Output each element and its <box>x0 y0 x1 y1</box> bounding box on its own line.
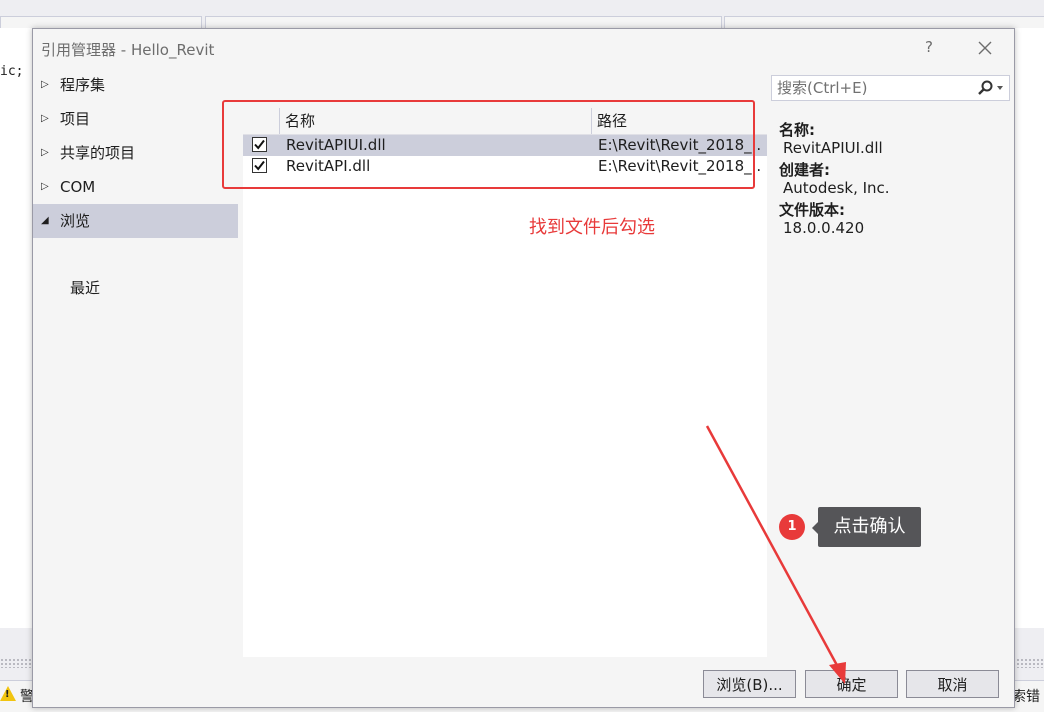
ide-code-text: ic; <box>0 64 24 79</box>
ide-editor-left <box>0 28 34 628</box>
error-search-label[interactable]: 索错 <box>1012 686 1040 706</box>
step-tooltip: 点击确认 <box>818 507 921 547</box>
annotation-arrow <box>705 425 846 684</box>
warning-icon-mark: ! <box>5 689 10 700</box>
step-number-badge: 1 <box>779 514 805 540</box>
ide-editor-right <box>1014 28 1044 628</box>
reference-manager-dialog: 引用管理器 - Hello_Revit ? ▷ 程序集 ▷ 项目 ▷ 共享的项目… <box>32 28 1015 708</box>
